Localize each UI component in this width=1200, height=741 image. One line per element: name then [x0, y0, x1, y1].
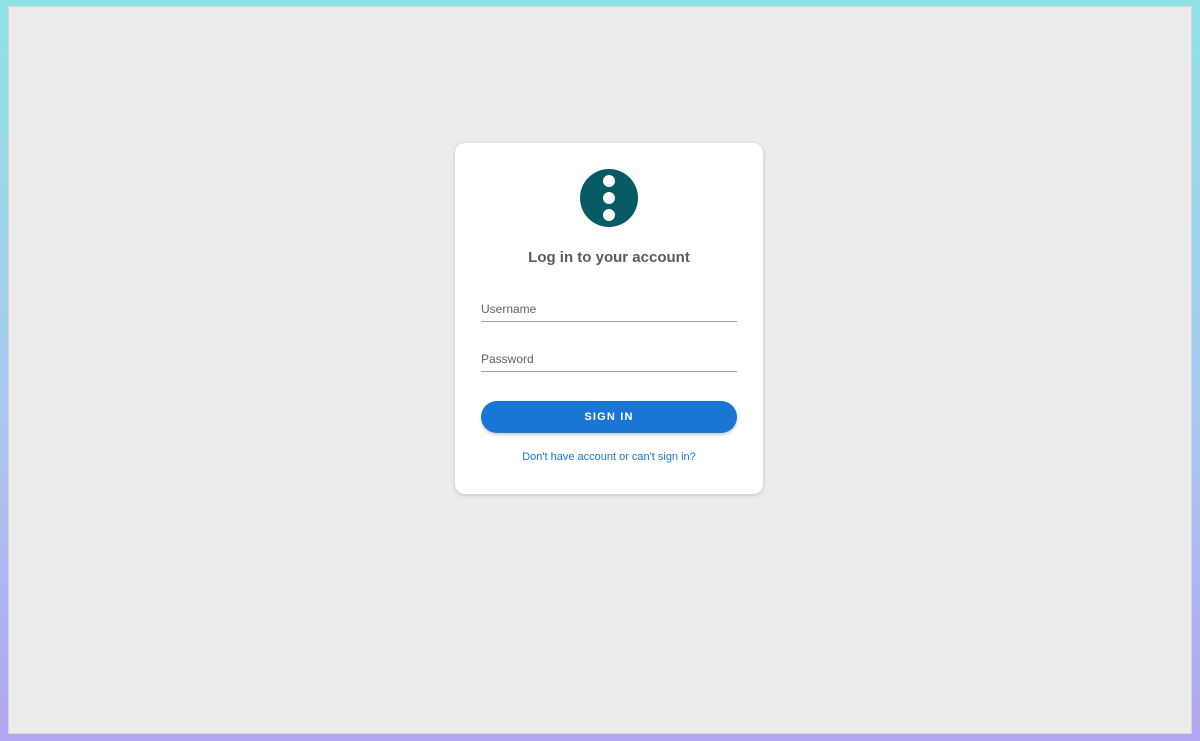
logo-dot: [603, 209, 615, 221]
browser-window: Log in to your account SIGN IN Don't hav…: [8, 6, 1192, 734]
username-input[interactable]: [481, 299, 737, 319]
password-field-wrapper: [481, 349, 737, 372]
password-input[interactable]: [481, 349, 737, 369]
login-title: Log in to your account: [528, 249, 690, 266]
sign-in-button[interactable]: SIGN IN: [481, 401, 737, 433]
logo-dot: [603, 192, 615, 204]
vertical-dots-logo-icon: [580, 169, 638, 227]
help-link[interactable]: Don't have account or can't sign in?: [455, 451, 763, 463]
username-field-wrapper: [481, 299, 737, 322]
login-card: Log in to your account SIGN IN Don't hav…: [455, 143, 763, 494]
logo-dot: [603, 175, 615, 187]
